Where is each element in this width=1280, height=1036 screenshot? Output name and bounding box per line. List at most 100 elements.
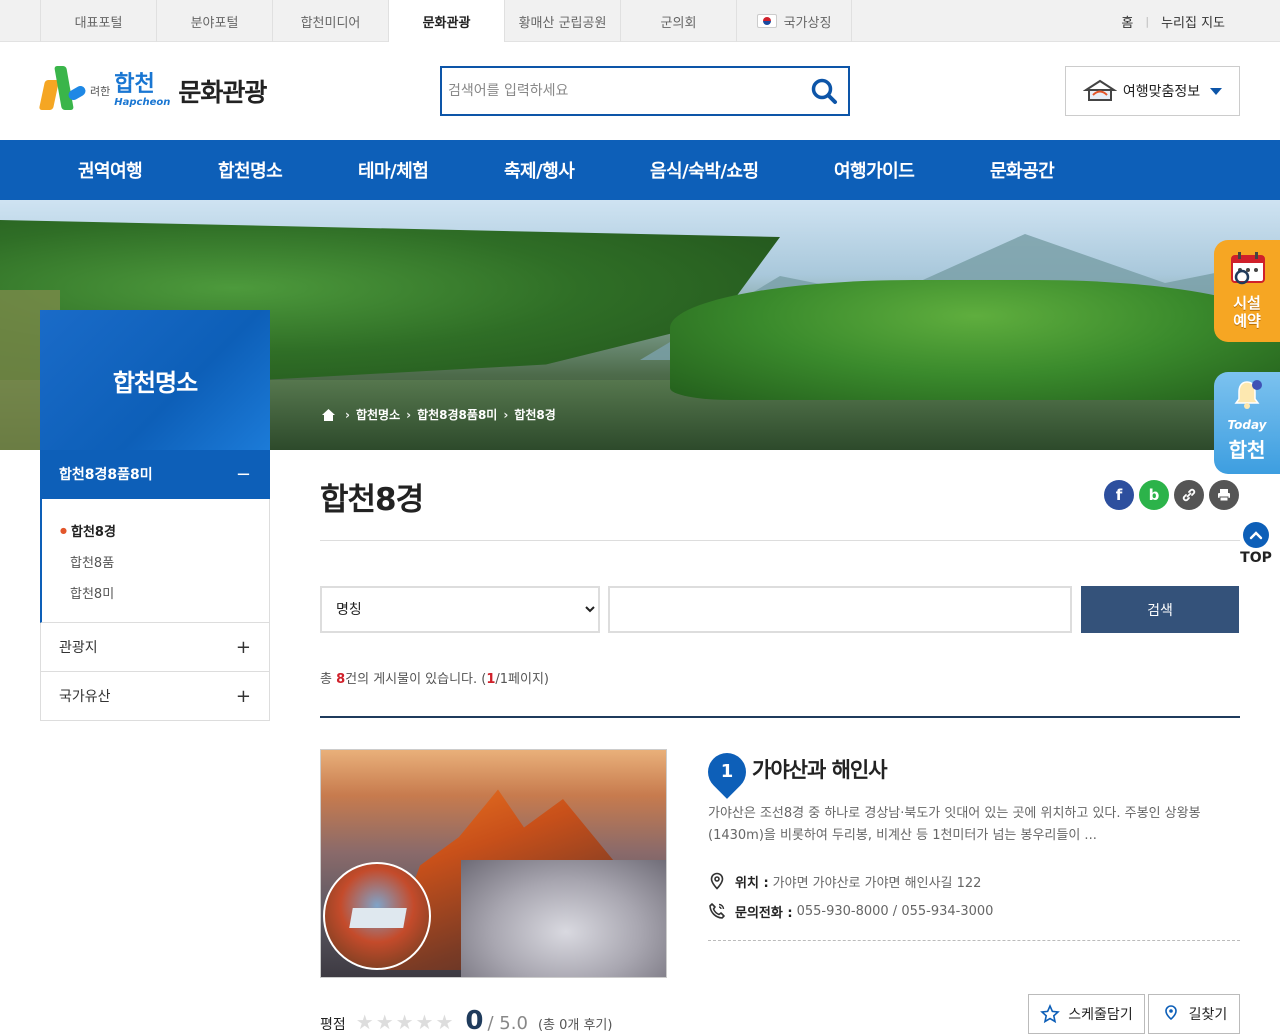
breadcrumb-item[interactable]: 합천명소 <box>356 406 400 423</box>
rating-label: 평점 <box>320 1017 346 1033</box>
reservation-line2: 예약 <box>1233 312 1261 330</box>
add-schedule-label: 스케줄담기 <box>1068 1007 1133 1023</box>
result-count: 총 8건의 게시물이 있습니다. (1/1페이지) <box>320 668 549 687</box>
location-row: 위치 : 가야면 가야산로 가야면 해인사길 122 <box>708 866 993 896</box>
item-heading: 1 가야산과 해인사 <box>700 745 888 799</box>
item-info: 위치 : 가야면 가야산로 가야면 해인사길 122 문의전화 : 055-93… <box>708 866 993 926</box>
star-rating-icon: ★★★★★ <box>355 1010 456 1034</box>
facility-reservation-button[interactable]: 시설 예약 <box>1214 240 1280 342</box>
today-hapcheon-button[interactable]: Today 합천 <box>1214 372 1280 474</box>
expand-icon: + <box>235 636 251 658</box>
house-travel-icon <box>1082 79 1117 101</box>
home-link[interactable]: 홈 <box>1121 12 1133 31</box>
keyword-input[interactable] <box>608 586 1072 633</box>
reservation-line1: 시설 <box>1233 294 1261 312</box>
rating-score: 0 <box>465 1006 484 1036</box>
tab-culture-tourism[interactable]: 문화관광 <box>388 0 504 42</box>
logo-hapcheon-kr: 합천 <box>114 72 155 97</box>
chevron-down-icon <box>1210 87 1223 95</box>
nav-regional-travel[interactable]: 권역여행 <box>78 140 143 200</box>
breadcrumb-item[interactable]: 합천8경8품8미 <box>417 406 497 423</box>
korean-flag-icon <box>756 14 777 28</box>
chevron-right-icon: › <box>406 407 412 422</box>
count-prefix: 총 <box>320 672 337 687</box>
divider: | <box>1145 14 1150 28</box>
expand-icon: + <box>235 685 251 707</box>
scroll-top-button[interactable]: TOP <box>1236 522 1276 566</box>
sub-nav: 합천8경8품8미 − 합천8경 합천8품 합천8미 관광지 + 국가유산 + <box>40 450 270 721</box>
divider <box>320 540 1240 541</box>
search-box <box>440 66 850 116</box>
sub-nav-group-8scenes[interactable]: 합천8경8품8미 − <box>40 450 270 499</box>
location-value: 가야면 가야산로 가야면 해인사길 122 <box>772 875 982 891</box>
tab-media[interactable]: 합천미디어 <box>272 0 388 42</box>
home-icon[interactable] <box>322 408 335 421</box>
nav-festival-events[interactable]: 축제/행사 <box>504 140 575 200</box>
travel-info-button[interactable]: 여행맞춤정보 <box>1065 66 1240 116</box>
count-middle: 건의 게시물이 있습니다. ( <box>345 672 487 687</box>
share-buttons: f b <box>1104 480 1239 510</box>
breadcrumb-item[interactable]: 합천8경 <box>514 406 555 423</box>
sitemap-link[interactable]: 누리집 지도 <box>1161 12 1225 31</box>
search-category-select[interactable]: 명칭 <box>320 586 600 633</box>
add-schedule-button[interactable]: 스케줄담기 <box>1028 994 1145 1034</box>
band-icon[interactable]: b <box>1139 480 1169 510</box>
utility-links: 홈 | 누리집 지도 <box>1121 0 1225 42</box>
count-total: 8 <box>336 672 346 687</box>
item-title[interactable]: 가야산과 해인사 <box>752 754 888 784</box>
logo-hapcheon-en: Hapcheon <box>114 97 171 108</box>
tab-label: 문화관광 <box>422 15 471 31</box>
sub-nav-item-8scenes[interactable]: 합천8경 <box>60 515 269 546</box>
tab-label: 합천미디어 <box>300 15 361 31</box>
link-icon[interactable] <box>1174 480 1204 510</box>
tab-national-symbol[interactable]: 국가상징 <box>736 0 852 42</box>
phone-label: 문의전화 : <box>735 905 793 921</box>
tab-label: 국가상징 <box>783 15 832 31</box>
search-button[interactable]: 검색 <box>1081 586 1239 633</box>
map-pin-icon: 1 <box>700 745 754 799</box>
sub-nav-group-tourist-spots[interactable]: 관광지 + <box>40 623 270 672</box>
logo-hapcheon: 합천 Hapcheon <box>114 74 170 108</box>
nav-travel-guide[interactable]: 여행가이드 <box>834 140 915 200</box>
collapse-icon: − <box>235 463 251 485</box>
item-description: 가야산은 조선8경 중 하나로 경상남·북도가 잇대어 있는 곳에 위치하고 있… <box>708 806 1201 843</box>
search-input[interactable] <box>448 80 788 102</box>
directions-button[interactable]: 길찾기 <box>1148 994 1240 1034</box>
sub-nav-group-label: 국가유산 <box>59 689 111 705</box>
section-title: 합천명소 <box>40 310 270 450</box>
item-thumbnail[interactable] <box>320 749 667 978</box>
facebook-icon[interactable]: f <box>1104 480 1134 510</box>
search-icon[interactable] <box>810 77 838 105</box>
location-label: 위치 : <box>735 875 769 891</box>
directions-pin-icon <box>1164 1005 1177 1021</box>
logo-prefix: 려한 <box>90 85 111 98</box>
site-header: 려한 합천 Hapcheon 문화관광 여행맞춤정보 <box>0 42 1280 140</box>
tab-main-portal[interactable]: 대표포털 <box>40 0 156 42</box>
print-icon[interactable] <box>1209 480 1239 510</box>
search-filter: 명칭 검색 <box>320 586 1240 633</box>
main-nav: 권역여행 합천명소 테마/체험 축제/행사 음식/숙박/쇼핑 여행가이드 문화공… <box>0 140 1280 200</box>
breadcrumb: › 합천명소 › 합천8경8품8미 › 합천8경 <box>322 406 556 423</box>
today-label: Today <box>1227 418 1267 432</box>
tab-hwangmaesan-park[interactable]: 황매산 군립공원 <box>504 0 620 42</box>
sub-nav-group-label: 합천8경8품8미 <box>59 467 153 483</box>
sub-nav-item-8products[interactable]: 합천8품 <box>60 546 269 577</box>
sub-nav-list: 합천8경 합천8품 합천8미 <box>40 499 270 623</box>
nav-attractions[interactable]: 합천명소 <box>218 140 283 200</box>
nav-food-stay-shopping[interactable]: 음식/숙박/쇼핑 <box>650 140 759 200</box>
tab-field-portal[interactable]: 분야포털 <box>156 0 272 42</box>
sub-nav-group-heritage[interactable]: 국가유산 + <box>40 672 270 721</box>
phone-row: 문의전화 : 055-930-8000 / 055-934-3000 <box>708 896 993 926</box>
hapcheon-label: 합천 <box>1228 438 1266 462</box>
utility-bar: 대표포털 분야포털 합천미디어 문화관광 황매산 군립공원 군의회 국가상징 홈… <box>0 0 1280 42</box>
star-icon <box>1040 1004 1061 1024</box>
nav-theme-experience[interactable]: 테마/체험 <box>358 140 429 200</box>
bell-icon <box>1234 380 1262 409</box>
chevron-right-icon: › <box>345 407 350 422</box>
nav-culture-space[interactable]: 문화공간 <box>990 140 1055 200</box>
phone-value: 055-930-8000 / 055-934-3000 <box>796 903 994 919</box>
tab-council[interactable]: 군의회 <box>620 0 736 42</box>
site-logo[interactable]: 려한 합천 Hapcheon 문화관광 <box>38 61 278 121</box>
calendar-icon <box>1231 252 1265 285</box>
sub-nav-item-8tastes[interactable]: 합천8미 <box>60 577 269 608</box>
